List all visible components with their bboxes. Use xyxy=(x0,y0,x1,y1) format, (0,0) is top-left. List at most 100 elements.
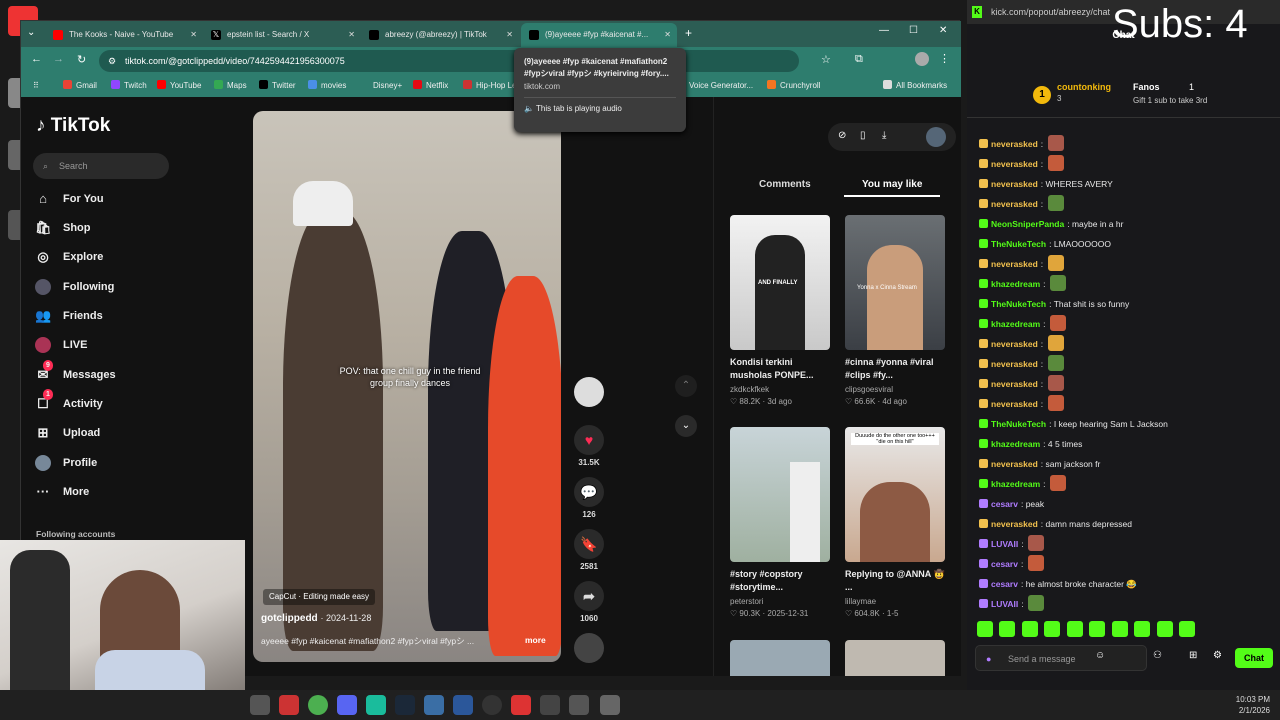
emote-icon[interactable] xyxy=(1021,621,1038,637)
star-icon[interactable]: ☆ xyxy=(821,53,831,66)
nav-activity[interactable]: ☐ Activity 1 xyxy=(35,389,103,415)
bookmark-gmail[interactable]: Gmail xyxy=(63,75,97,97)
video-card[interactable]: #story #copstory #storytime... peterstor… xyxy=(730,427,830,618)
chat-username[interactable]: TheNukeTech xyxy=(991,239,1046,249)
bookmark-disney[interactable]: Disney+ xyxy=(373,75,402,97)
chat-username[interactable]: TheNukeTech xyxy=(991,419,1046,429)
notepad-icon[interactable] xyxy=(453,695,473,715)
nav-for-you[interactable]: ⌂ For You xyxy=(35,188,103,210)
video-author[interactable]: gotclippedd xyxy=(261,613,318,624)
settings-icon[interactable] xyxy=(250,695,270,715)
all-bookmarks[interactable]: All Bookmarks xyxy=(883,75,947,97)
chat-username[interactable]: neverasked xyxy=(991,199,1038,209)
link-icon[interactable]: ⊘ xyxy=(838,130,846,141)
chat-username[interactable]: LUVAII xyxy=(991,539,1018,549)
app-icon[interactable] xyxy=(600,695,620,715)
url-input[interactable]: ⚙ tiktok.com/@gotclippedd/video/74425944… xyxy=(99,50,799,72)
chat-username[interactable]: khazedream xyxy=(991,319,1040,329)
extensions-icon[interactable]: ⧉ xyxy=(855,53,863,66)
nav-explore[interactable]: ◎ Explore xyxy=(35,246,103,268)
bookmark-movies[interactable]: movies xyxy=(308,75,346,97)
chat-username[interactable]: TheNukeTech xyxy=(991,299,1046,309)
chrome-icon[interactable] xyxy=(308,695,328,715)
discord-icon[interactable] xyxy=(337,695,357,715)
bookmark-twitch[interactable]: Twitch xyxy=(111,75,147,97)
chat-username[interactable]: neverasked xyxy=(991,179,1038,189)
nav-shop[interactable]: 🛍 Shop xyxy=(35,217,91,239)
chat-username[interactable]: neverasked xyxy=(991,359,1038,369)
video-thumbnail[interactable] xyxy=(730,640,830,676)
app-icon[interactable] xyxy=(366,695,386,715)
tab-comments[interactable]: Comments xyxy=(759,179,811,190)
send-chat-button[interactable]: Chat xyxy=(1235,648,1273,668)
emote-icon[interactable] xyxy=(1111,621,1128,637)
video-card[interactable]: Yonna x Cinna Stream #cinna #yonna #vira… xyxy=(845,215,945,406)
video-card[interactable]: Duuude do the other one too+++ "die on t… xyxy=(845,427,945,618)
settings-icon[interactable]: ⚙ xyxy=(1213,650,1222,661)
tab-search-icon[interactable]: ⌄ xyxy=(27,27,35,38)
like-button[interactable]: ♥ 31.5K xyxy=(569,425,609,467)
app-icon[interactable] xyxy=(540,695,560,715)
author-avatar[interactable] xyxy=(569,377,609,410)
card-user[interactable]: clipsgoesviral xyxy=(845,385,945,394)
bookmark-voice[interactable]: Voice Generator... xyxy=(689,75,753,97)
nav-upload[interactable]: ⊞ Upload xyxy=(35,422,101,444)
forward-icon[interactable]: → xyxy=(53,53,64,65)
chat-username[interactable]: khazedream xyxy=(991,439,1040,449)
video-thumbnail[interactable] xyxy=(845,640,945,676)
emoji-icon[interactable]: ☺ xyxy=(1095,650,1105,661)
comment-button[interactable]: 💬 126 xyxy=(569,477,609,519)
nav-messages[interactable]: ✉ Messages 9 xyxy=(35,360,116,386)
video-card[interactable]: AND FINALLY Kondisi terkini musholas PON… xyxy=(730,215,830,406)
close-window-button[interactable]: ✕ xyxy=(939,25,947,36)
emote-icon[interactable] xyxy=(999,621,1016,637)
users-icon[interactable]: ⚇ xyxy=(1153,650,1162,661)
bookmark-maps[interactable]: Maps xyxy=(214,75,247,97)
card-user[interactable]: lillaymae xyxy=(845,597,945,606)
chevron-down-icon[interactable]: ⌄ xyxy=(675,415,697,437)
chat-username[interactable]: cesarv xyxy=(991,579,1018,589)
fanos-label[interactable]: Fanos xyxy=(1133,82,1160,92)
app-icon[interactable] xyxy=(424,695,444,715)
card-user[interactable]: peterstori xyxy=(730,597,830,606)
chat-username[interactable]: cesarv xyxy=(991,559,1018,569)
mic-icon[interactable]: ● xyxy=(986,646,991,672)
avatar[interactable] xyxy=(926,127,946,147)
bookmark-youtube[interactable]: YouTube xyxy=(157,75,201,97)
close-icon[interactable]: ✕ xyxy=(664,23,671,47)
chat-username[interactable]: neverasked xyxy=(991,259,1038,269)
close-icon[interactable]: ✕ xyxy=(348,23,355,47)
system-clock[interactable]: 10:03 PM 2/1/2026 xyxy=(1236,694,1270,716)
nav-profile[interactable]: Profile xyxy=(35,452,97,474)
obs-icon[interactable] xyxy=(482,695,502,715)
gift-icon[interactable]: ⊞ xyxy=(1189,650,1197,661)
minimize-button[interactable]: — xyxy=(879,25,889,36)
chevron-up-icon[interactable]: ⌃ xyxy=(675,375,697,397)
close-icon[interactable]: ✕ xyxy=(190,23,197,47)
emote-icon[interactable] xyxy=(1179,621,1196,637)
tab-tiktok-video[interactable]: (9)ayeeee #fyp #kaicenat #... ✕ xyxy=(521,23,677,47)
steam-icon[interactable] xyxy=(395,695,415,715)
more-link[interactable]: more xyxy=(525,635,546,645)
menu-icon[interactable]: ⋮ xyxy=(939,52,950,65)
top-gifter-name[interactable]: countonking xyxy=(1057,82,1111,92)
emote-icon[interactable] xyxy=(1089,621,1106,637)
nav-following[interactable]: Following xyxy=(35,276,114,298)
new-tab-button[interactable]: + xyxy=(685,26,692,40)
chat-username[interactable]: neverasked xyxy=(991,159,1038,169)
chat-username[interactable]: neverasked xyxy=(991,379,1038,389)
chat-username[interactable]: neverasked xyxy=(991,339,1038,349)
back-icon[interactable]: ← xyxy=(31,53,42,65)
video-player[interactable]: POV: that one chill guy in the friend gr… xyxy=(253,111,561,662)
chat-username[interactable]: khazedream xyxy=(991,279,1040,289)
tiktok-logo[interactable]: ♪ TikTok xyxy=(36,115,110,137)
tab-youtube[interactable]: The Kooks - Naive - YouTube ✕ xyxy=(45,23,203,47)
bookmark-netflix[interactable]: Netflix xyxy=(413,75,448,97)
capcut-badge[interactable]: CapCut · Editing made easy xyxy=(263,589,376,605)
tab-tiktok-profile[interactable]: abreezy (@abreezy) | TikTok ✕ xyxy=(361,23,519,47)
chat-username[interactable]: cesarv xyxy=(991,499,1018,509)
reload-icon[interactable]: ↻ xyxy=(77,53,86,66)
save-button[interactable]: 🔖 2581 xyxy=(569,529,609,571)
tab-x[interactable]: 𝕏 epstein list - Search / X ✕ xyxy=(203,23,361,47)
chat-username[interactable]: LUVAII xyxy=(991,599,1018,609)
